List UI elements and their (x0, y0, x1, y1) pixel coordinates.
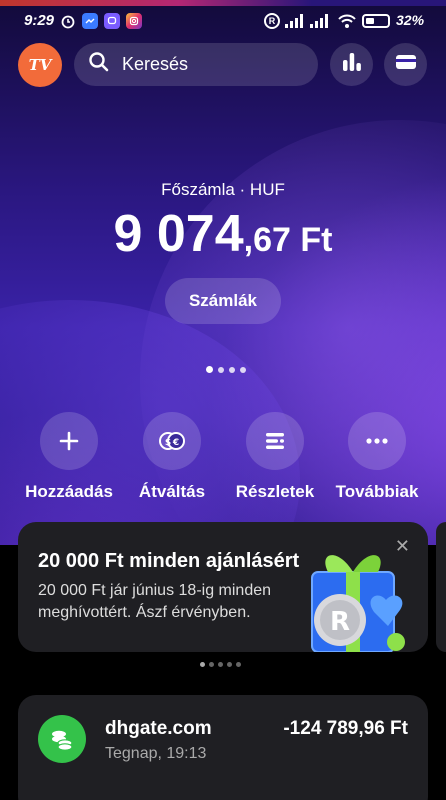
analytics-button[interactable] (330, 43, 373, 86)
search-placeholder: Keresés (122, 54, 189, 74)
viber-icon (104, 13, 120, 29)
exchange-icon: $ € (143, 412, 201, 470)
promo-card[interactable]: 20 000 Ft minden ajánlásért 20 000 Ft já… (18, 522, 428, 652)
accounts-button[interactable]: Számlák (165, 278, 281, 324)
exchange-label: Átváltás (138, 482, 206, 501)
promo-body: 20 000 Ft jár június 18-ig minden meghív… (38, 582, 272, 621)
add-money-button[interactable]: Hozzáadás (14, 412, 124, 502)
plus-icon (40, 412, 98, 470)
balance-main: 9 074 (113, 205, 244, 263)
details-label: Részletek (235, 482, 315, 501)
balance: 9 074,67 Ft (0, 204, 446, 264)
status-bar: 9:29 R 32% (0, 8, 446, 34)
status-time: 9:29 (24, 12, 55, 29)
battery-percent: 32% (396, 12, 425, 28)
coins-icon (38, 715, 86, 763)
close-icon[interactable]: ✕ (395, 536, 410, 557)
alarm-icon (60, 13, 76, 29)
next-promo-card[interactable] (436, 522, 446, 652)
battery-icon (362, 14, 390, 28)
wifi-icon (336, 13, 358, 29)
promo-pager (200, 662, 241, 667)
details-button[interactable]: Részletek (220, 412, 330, 502)
transaction-time: Tegnap, 19:13 (105, 745, 207, 762)
transaction-merchant: dhgate.com (105, 718, 212, 739)
details-icon (246, 412, 304, 470)
transaction-amount: -124 789,96 Ft (283, 718, 408, 739)
svg-text:R: R (330, 607, 350, 637)
bar-chart-icon (341, 51, 363, 78)
card-icon (395, 53, 417, 76)
avatar[interactable]: TV (18, 43, 62, 87)
signal-icon-2 (310, 14, 328, 28)
exchange-button[interactable]: $ € Átváltás (117, 412, 227, 502)
promo-title: 20 000 Ft minden ajánlásért (38, 550, 300, 572)
registered-icon: R (264, 13, 280, 29)
cards-button[interactable] (384, 43, 427, 86)
search-icon (88, 51, 110, 78)
more-icon (348, 412, 406, 470)
account-pager[interactable] (206, 366, 246, 373)
transactions-card: dhgate.com Tegnap, 19:13 -124 789,96 Ft (18, 695, 428, 800)
svg-text:$: $ (165, 438, 171, 448)
balance-decimal: ,67 Ft (243, 221, 333, 259)
instagram-icon (126, 13, 142, 29)
more-label: Továbbiak (335, 482, 419, 501)
messenger-icon (82, 13, 98, 29)
signal-icon (285, 14, 303, 28)
add-money-label: Hozzáadás (25, 482, 113, 501)
gift-illustration: R (298, 542, 408, 652)
svg-text:€: € (172, 438, 179, 448)
search-bar[interactable]: Keresés (74, 43, 318, 86)
account-label[interactable]: Főszámla · HUF (0, 180, 446, 200)
more-button[interactable]: Továbbiak (322, 412, 432, 502)
